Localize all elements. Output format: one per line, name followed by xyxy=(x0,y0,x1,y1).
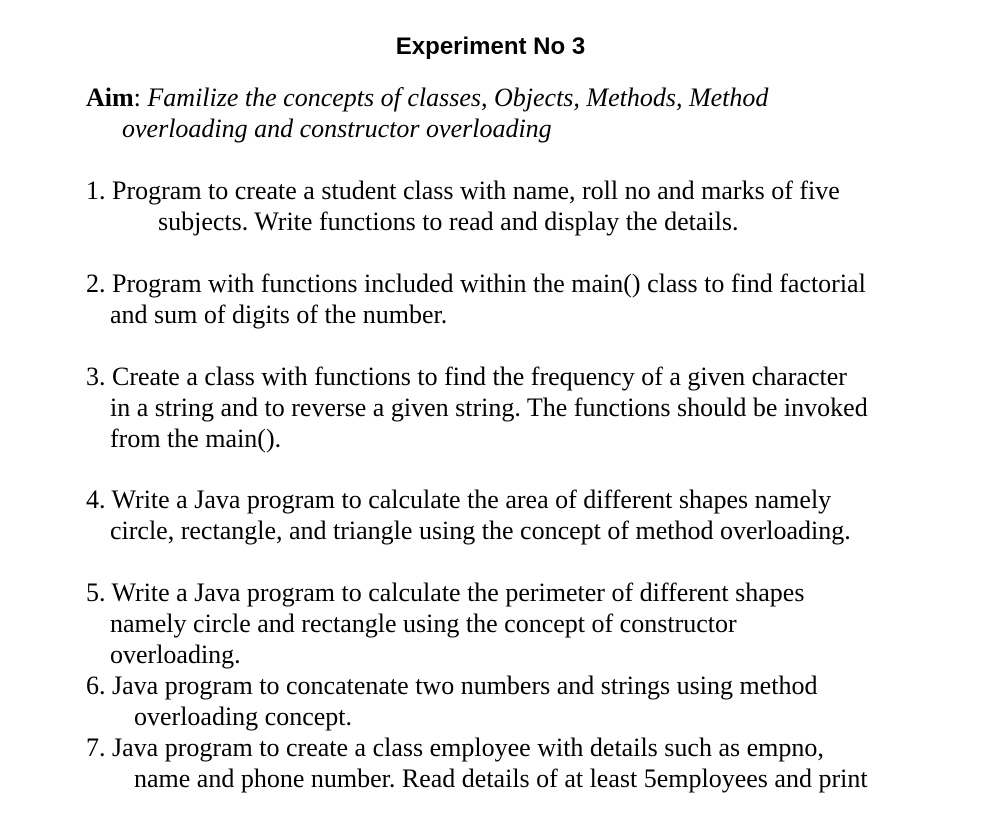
list-item-6: 6. Java program to concatenate two numbe… xyxy=(86,670,817,732)
list-item-6-line-2: overloading concept. xyxy=(134,702,353,731)
list-item-4-line-2: circle, rectangle, and triangle using th… xyxy=(110,516,851,545)
list-item-7-line-1: 7. Java program to create a class employ… xyxy=(86,733,824,762)
list-item-3-line-3: from the main(). xyxy=(110,424,282,453)
list-item-2: 2. Program with functions included withi… xyxy=(86,268,866,330)
list-item-1-line-2: subjects. Write functions to read and di… xyxy=(158,207,739,236)
list-item-5-line-2: namely circle and rectangle using the co… xyxy=(110,609,737,638)
list-item-3: 3. Create a class with functions to find… xyxy=(86,361,868,454)
list-item-7-line-2: name and phone number. Read details of a… xyxy=(134,764,868,793)
list-item-2-line-1: 2. Program with functions included withi… xyxy=(86,269,866,298)
document-title: Experiment No 3 xyxy=(395,33,586,60)
list-item-4-line-1: 4. Write a Java program to calculate the… xyxy=(86,485,832,514)
aim-text-line-1: Familize the concepts of classes, Object… xyxy=(147,83,769,112)
list-item-5: 5. Write a Java program to calculate the… xyxy=(86,577,804,670)
list-item-5-line-3: overloading. xyxy=(110,640,241,669)
list-item-3-line-1: 3. Create a class with functions to find… xyxy=(86,362,847,391)
list-item-4: 4. Write a Java program to calculate the… xyxy=(86,484,851,546)
aim-label: Aim xyxy=(86,83,134,112)
list-item-3-line-2: in a string and to reverse a given strin… xyxy=(110,393,868,422)
aim-colon: : xyxy=(133,83,148,112)
list-item-7: 7. Java program to create a class employ… xyxy=(86,732,868,794)
list-item-6-line-1: 6. Java program to concatenate two numbe… xyxy=(86,671,818,700)
aim-statement: Aim: Familize the concepts of classes, O… xyxy=(86,82,846,144)
list-item-1: 1. Program to create a student class wit… xyxy=(86,175,840,237)
list-item-5-line-1: 5. Write a Java program to calculate the… xyxy=(86,578,805,607)
list-item-1-line-1: 1. Program to create a student class wit… xyxy=(86,176,840,205)
list-item-2-line-2: and sum of digits of the number. xyxy=(110,300,448,329)
aim-text-line-2: overloading and constructor overloading xyxy=(122,114,552,143)
